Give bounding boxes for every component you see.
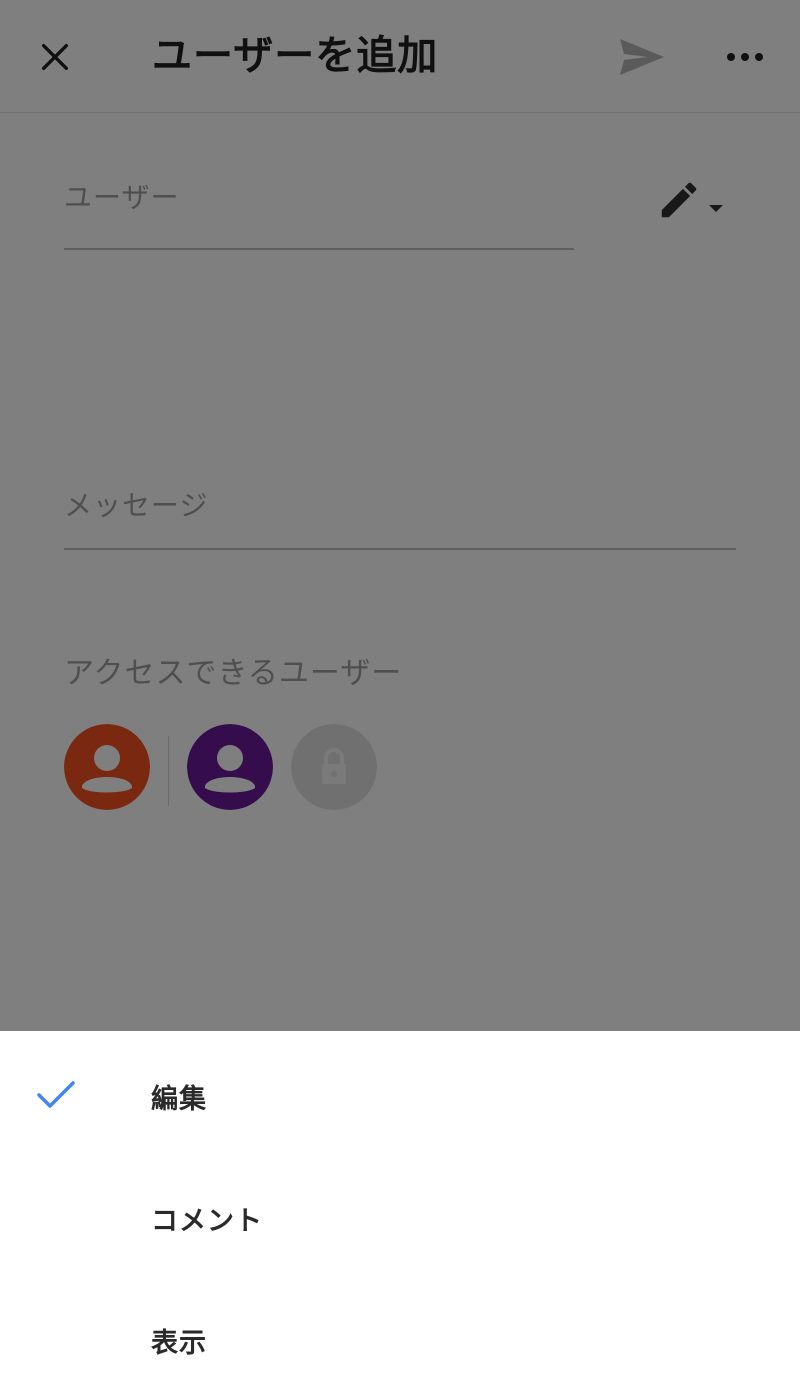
- check-icon: [37, 1081, 75, 1108]
- menu-item-label: コメント: [151, 1206, 263, 1237]
- permission-bottom-sheet: 編集 コメント 表示: [0, 1031, 800, 1391]
- menu-item-comment[interactable]: コメント: [0, 1155, 800, 1275]
- add-user-screen: ユーザーを追加 ユーザー メッセージ アクセスできるユー: [0, 0, 800, 1391]
- menu-item-edit[interactable]: 編集: [0, 1031, 800, 1151]
- modal-scrim[interactable]: [0, 0, 800, 1031]
- menu-item-label: 編集: [151, 1084, 207, 1115]
- menu-item-label: 表示: [151, 1328, 207, 1359]
- menu-item-view[interactable]: 表示: [0, 1275, 800, 1395]
